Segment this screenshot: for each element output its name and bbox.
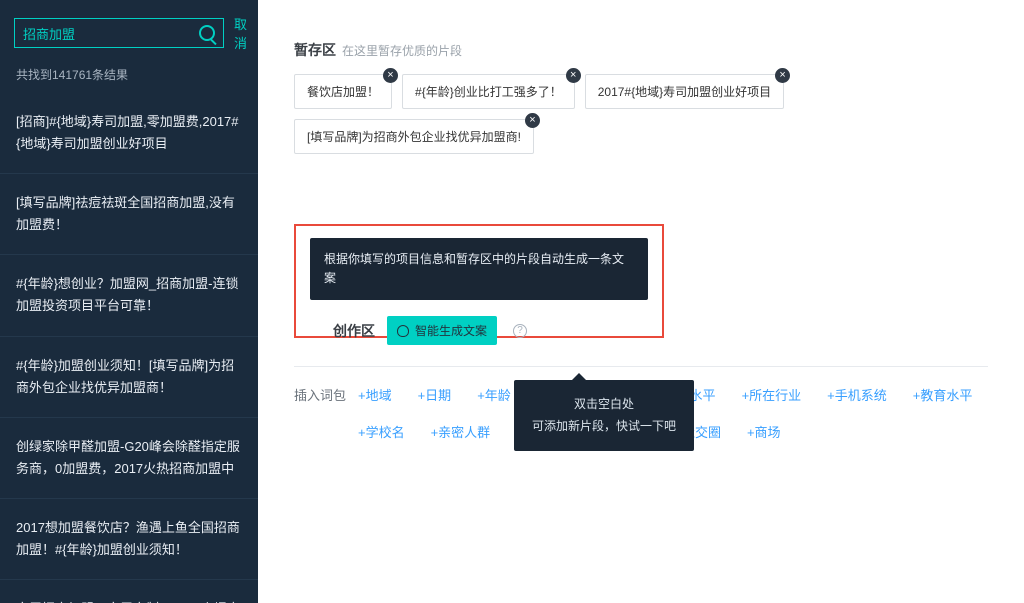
chip[interactable]: [填写品牌]为招商外包企业找优异加盟商!× [294, 119, 534, 154]
chip[interactable]: 2017#{地域}寿司加盟创业好项目× [585, 74, 784, 109]
result-item[interactable]: 创绿家除甲醛加盟-G20峰会除醛指定服务商，0加盟费，2017火热招商加盟中 [0, 418, 258, 499]
result-item[interactable]: [填写品牌]祛痘祛斑全国招商加盟,没有加盟费！ [0, 174, 258, 255]
result-item[interactable]: [招商]#{地域}寿司加盟,零加盟费,2017#{地域}寿司加盟创业好项目 [0, 93, 258, 174]
chip-label: 2017#{地域}寿司加盟创业好项目 [598, 85, 771, 99]
create-row: 创作区 智能生成文案 ? [333, 316, 527, 345]
tag-item[interactable]: +教育水平 [913, 385, 973, 404]
close-icon[interactable]: × [383, 68, 398, 83]
tag-item[interactable]: +年龄 [477, 385, 511, 404]
generate-button-label: 智能生成文案 [415, 322, 487, 339]
empty-tip-line1: 双击空白处 [532, 394, 676, 416]
result-item[interactable]: 家居招商加盟，家居定制，2017火爆商机！ [0, 580, 258, 603]
chip-label: [填写品牌]为招商外包企业找优异加盟商! [307, 130, 521, 144]
empty-tip-line2: 可添加新片段，快试一下吧 [532, 416, 676, 438]
highlight-frame: 根据你填写的项目信息和暂存区中的片段自动生成一条文案 创作区 智能生成文案 ? [294, 224, 664, 338]
search-icon[interactable] [199, 25, 215, 41]
chips-row: 餐饮店加盟！×#{年龄}创业比打工强多了！×2017#{地域}寿司加盟创业好项目… [294, 74, 988, 154]
close-icon[interactable]: × [566, 68, 581, 83]
result-item[interactable]: #{年龄}想创业？加盟网_招商加盟-连锁加盟投资项目平台可靠！ [0, 255, 258, 336]
tooltip: 根据你填写的项目信息和暂存区中的片段自动生成一条文案 [310, 238, 648, 300]
chip-label: #{年龄}创业比打工强多了！ [415, 85, 562, 99]
tag-item[interactable]: +手机系统 [827, 385, 887, 404]
chip[interactable]: 餐饮店加盟！× [294, 74, 392, 109]
hint-area: 根据你填写的项目信息和暂存区中的片段自动生成一条文案 创作区 智能生成文案 ? [294, 224, 988, 338]
close-icon[interactable]: × [525, 113, 540, 128]
search-input[interactable] [23, 26, 199, 41]
chip-label: 餐饮店加盟！ [307, 85, 379, 99]
tag-item[interactable]: +所在行业 [742, 385, 802, 404]
tag-item[interactable]: +学校名 [358, 422, 405, 441]
help-icon[interactable]: ? [513, 324, 527, 338]
storage-subtitle: 在这里暂存优质的片段 [342, 42, 462, 59]
search-row: 取消 [0, 0, 258, 60]
tag-item[interactable]: +日期 [418, 385, 452, 404]
result-item[interactable]: #{年龄}加盟创业须知！[填写品牌]为招商外包企业找优异加盟商！ [0, 337, 258, 418]
chip[interactable]: #{年龄}创业比打工强多了！× [402, 74, 575, 109]
lightbulb-icon [397, 325, 409, 337]
result-item[interactable]: 2017想加盟餐饮店？渔遇上鱼全国招商加盟！#{年龄}加盟创业须知！ [0, 499, 258, 580]
result-list: [招商]#{地域}寿司加盟,零加盟费,2017#{地域}寿司加盟创业好项目[填写… [0, 93, 258, 603]
tag-item[interactable]: +亲密人群 [431, 422, 491, 441]
main-area: 暂存区 在这里暂存优质的片段 餐饮店加盟！×#{年龄}创业比打工强多了！×201… [258, 0, 1024, 603]
tag-item[interactable]: +商场 [747, 422, 781, 441]
generate-button[interactable]: 智能生成文案 [387, 316, 497, 345]
result-count: 共找到141761条结果 [0, 60, 258, 93]
search-box[interactable] [14, 18, 224, 48]
create-label: 创作区 [333, 321, 375, 341]
tags-label: 插入词包 [294, 385, 358, 441]
empty-tip: 双击空白处 可添加新片段，快试一下吧 [514, 380, 694, 451]
sidebar: 取消 共找到141761条结果 [招商]#{地域}寿司加盟,零加盟费,2017#… [0, 0, 258, 603]
storage-title: 暂存区 [294, 40, 336, 60]
storage-header: 暂存区 在这里暂存优质的片段 [294, 40, 988, 60]
cancel-link[interactable]: 取消 [234, 14, 247, 52]
close-icon[interactable]: × [775, 68, 790, 83]
tag-item[interactable]: +地域 [358, 385, 392, 404]
